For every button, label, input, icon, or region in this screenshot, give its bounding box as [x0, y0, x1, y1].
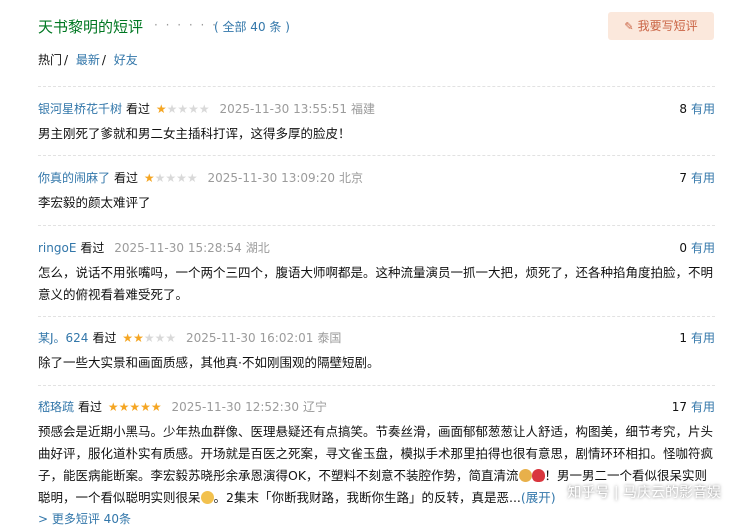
comment-text: 除了一些大实景和画面质感，其他真·不如刚围观的隔壁短剧。 — [38, 355, 380, 370]
watched-status: 看过 — [92, 331, 117, 345]
comment-meta: 你真的闹麻了 看过 ★★★★★ 2025-11-30 13:09:20 北京 7 有用 — [38, 169, 715, 187]
heart-emoji-icon — [531, 469, 545, 482]
star-filled-icon: ★ — [122, 331, 134, 345]
vote-count: 0 — [679, 241, 687, 255]
comment-location: 湖北 — [245, 241, 270, 255]
vote-count: 17 — [671, 400, 687, 414]
rating-stars: ★★★★★ — [108, 398, 162, 416]
useful-vote-button[interactable]: 1 有用 — [679, 329, 715, 347]
comment-user[interactable]: 某J。624 — [38, 331, 88, 345]
pencil-icon: ✎ — [624, 20, 634, 33]
star-empty-icon: ★ — [154, 171, 166, 185]
star-filled-icon: ★ — [107, 400, 119, 414]
star-empty-icon: ★ — [165, 331, 177, 345]
write-review-label: 我要写短评 — [637, 19, 698, 33]
watermark: 知乎号 | 马庆云的影音娱 — [567, 485, 721, 501]
star-empty-icon: ★ — [186, 171, 198, 185]
star-filled-icon: ★ — [155, 102, 167, 116]
vote-count: 8 — [679, 102, 687, 116]
comment-user[interactable]: 银河星桥花千树 — [38, 102, 122, 116]
useful-vote-button[interactable]: 0 有用 — [679, 239, 715, 257]
comment-meta: ringoE 看过 2025-11-30 15:28:54 湖北 0 有用 — [38, 239, 715, 257]
write-review-button[interactable]: ✎ 我要写短评 — [608, 12, 714, 40]
comment-time: 2025-11-30 13:55:51 — [219, 102, 347, 116]
comment-text: 怎么，说话不用张嘴吗，一个两个三四个，腹语大师啊都是。这种流量演员一抓一大把，烦… — [38, 265, 714, 302]
comment-location: 福建 — [350, 102, 375, 116]
useful-vote-button[interactable]: 7 有用 — [679, 169, 715, 187]
vote-label: 有用 — [690, 171, 715, 185]
star-empty-icon: ★ — [177, 102, 189, 116]
star-filled-icon: ★ — [143, 171, 155, 185]
filter-sep: / — [64, 53, 69, 67]
filter-hot[interactable]: 热门 — [38, 53, 62, 67]
comment-time: 2025-11-30 16:02:01 — [185, 331, 314, 345]
comment-time: 2025-11-30 15:28:54 — [114, 241, 242, 255]
watched-status: 看过 — [80, 241, 105, 255]
grinning-face-emoji-icon — [200, 491, 214, 504]
watched-status: 看过 — [126, 102, 151, 116]
comment-user[interactable]: 你真的闹麻了 — [38, 171, 110, 185]
star-empty-icon: ★ — [166, 102, 178, 116]
more-reviews-link[interactable]: > 更多短评 40条 — [38, 510, 131, 527]
watched-status: 看过 — [114, 171, 139, 185]
comment-item: 银河星桥花千树 看过 ★★★★★ 2025-11-30 13:55:51 福建 8有… — [38, 100, 715, 145]
comment-item: 你真的闹麻了 看过 ★★★★★ 2025-11-30 13:09:20 北京 7 有用… — [38, 169, 715, 214]
comment-text: 男主刚死了爹就和男二女主插科打诨，这得多厚的脸皮！ — [38, 126, 351, 141]
divider — [38, 86, 715, 87]
rating-stars: ★★★★★ — [156, 100, 210, 118]
all-reviews-link[interactable]: ( 全部 40 条 ) — [214, 18, 290, 35]
comment-time: 2025-11-30 12:52:30 — [171, 400, 299, 414]
comment-meta: 某J。624 看过 ★★★★★ 2025-11-30 16:02:01 泰国 1 有用 — [38, 329, 715, 347]
star-empty-icon: ★ — [154, 331, 166, 345]
star-filled-icon: ★ — [129, 400, 141, 414]
comment-location: 北京 — [338, 171, 363, 185]
filter-sep: / — [101, 53, 106, 67]
comment-location: 泰国 — [317, 331, 342, 345]
comment-text: 李宏毅的颜太难评了 — [38, 195, 151, 210]
star-empty-icon: ★ — [176, 171, 187, 185]
watched-status: 看过 — [78, 400, 103, 414]
comment-user[interactable]: 嵇珞疏 — [38, 400, 74, 414]
reviews-header: 天书黎明的短评 · · · · · · ( 全部 40 条 ) ✎ 我要写短评 — [38, 12, 715, 42]
comment-time: 2025-11-30 13:09:20 — [207, 171, 335, 185]
star-empty-icon: ★ — [198, 102, 210, 116]
comment-location: 辽宁 — [302, 400, 327, 414]
section-title[interactable]: 天书黎明的短评 — [38, 16, 143, 37]
filter-latest[interactable]: 最新 — [76, 53, 100, 67]
star-filled-icon: ★ — [133, 331, 144, 345]
title-dots: · · · · · · — [154, 18, 218, 32]
sort-filters: 热门 / 最新 / 好友 — [38, 51, 138, 68]
rating-stars: ★★★★★ — [144, 169, 198, 187]
star-filled-icon: ★ — [140, 400, 151, 414]
useful-vote-button[interactable]: 8 有用 — [679, 100, 715, 118]
comment-text-part: 。2集末「你断我财路，我断你生路」的反转，真是恶... — [213, 490, 521, 505]
comment-user[interactable]: ringoE — [38, 241, 76, 255]
vote-label: 有用 — [690, 102, 715, 116]
comment-meta: 嵇珞疏 看过 ★★★★★ 2025-11-30 12:52:30 辽宁 17 有用 — [38, 398, 715, 416]
comment-item: 某J。624 看过 ★★★★★ 2025-11-30 16:02:01 泰国 1 有用… — [38, 329, 715, 374]
star-empty-icon: ★ — [143, 331, 155, 345]
vote-label: 有用 — [690, 241, 715, 255]
comment-item: ringoE 看过 2025-11-30 15:28:54 湖北 0 有用 怎么，说话… — [38, 239, 715, 306]
star-empty-icon: ★ — [165, 171, 177, 185]
divider — [38, 225, 715, 226]
divider — [38, 316, 715, 317]
comment-meta: 银河星桥花千树 看过 ★★★★★ 2025-11-30 13:55:51 福建 8有… — [38, 100, 715, 118]
rating-stars: ★★★★★ — [122, 329, 176, 347]
star-empty-icon: ★ — [188, 102, 199, 116]
vote-label: 有用 — [690, 400, 715, 414]
divider — [38, 385, 715, 386]
star-filled-icon: ★ — [118, 400, 130, 414]
divider — [38, 155, 715, 156]
vote-count: 7 — [679, 171, 687, 185]
expand-link[interactable]: (展开) — [521, 490, 556, 505]
vote-count: 1 — [679, 331, 687, 345]
vote-label: 有用 — [690, 331, 715, 345]
star-filled-icon: ★ — [150, 400, 162, 414]
useful-vote-button[interactable]: 17 有用 — [672, 398, 715, 416]
filter-friends[interactable]: 好友 — [114, 53, 138, 67]
neutral-face-emoji-icon — [518, 469, 532, 482]
